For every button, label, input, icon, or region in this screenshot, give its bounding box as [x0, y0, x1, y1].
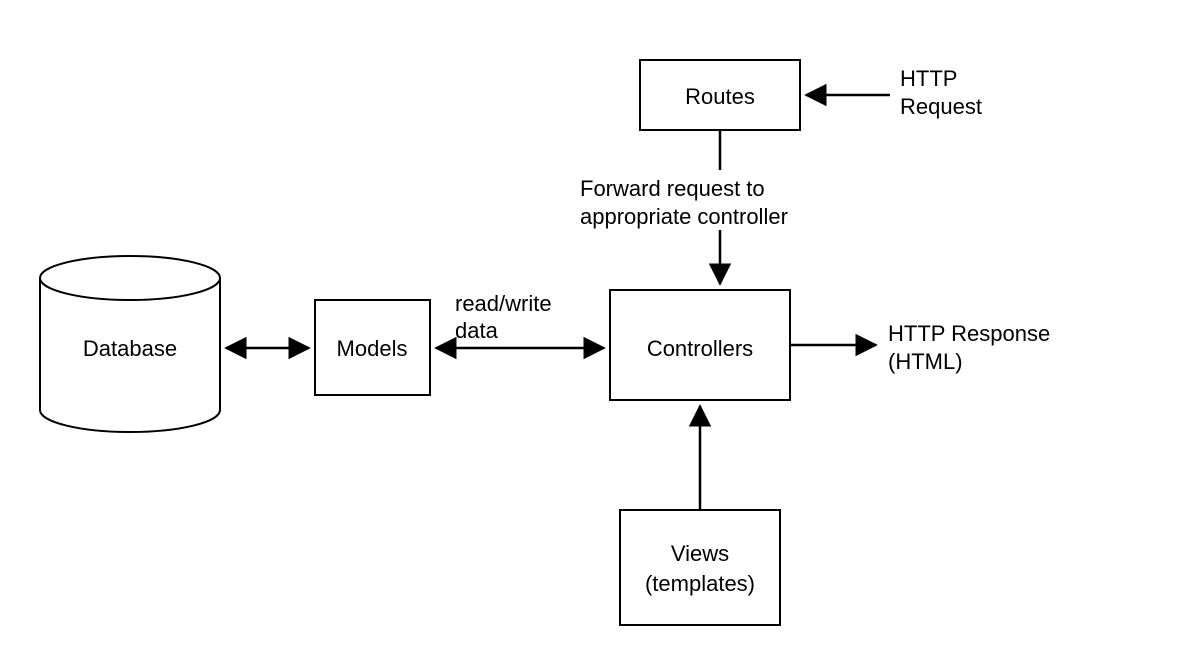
models-label: Models: [337, 336, 408, 361]
controllers-label: Controllers: [647, 336, 753, 361]
http-response-label-2: (HTML): [888, 349, 963, 374]
http-response-label-1: HTTP Response: [888, 321, 1050, 346]
mvc-diagram: Database Models Controllers Routes Views…: [0, 0, 1184, 666]
http-request-label-1: HTTP: [900, 66, 957, 91]
database-node: Database: [40, 256, 220, 432]
edge-readwrite-label-1: read/write: [455, 291, 552, 316]
database-label: Database: [83, 336, 177, 361]
views-label-2: (templates): [645, 571, 755, 596]
views-node: Views (templates): [620, 510, 780, 625]
http-request-label-2: Request: [900, 94, 982, 119]
edge-forward-label-1: Forward request to: [580, 176, 765, 201]
routes-label: Routes: [685, 84, 755, 109]
routes-node: Routes: [640, 60, 800, 130]
edge-readwrite-label-2: data: [455, 318, 499, 343]
views-label-1: Views: [671, 541, 729, 566]
controllers-node: Controllers: [610, 290, 790, 400]
edge-forward-label-2: appropriate controller: [580, 204, 788, 229]
models-node: Models: [315, 300, 430, 395]
